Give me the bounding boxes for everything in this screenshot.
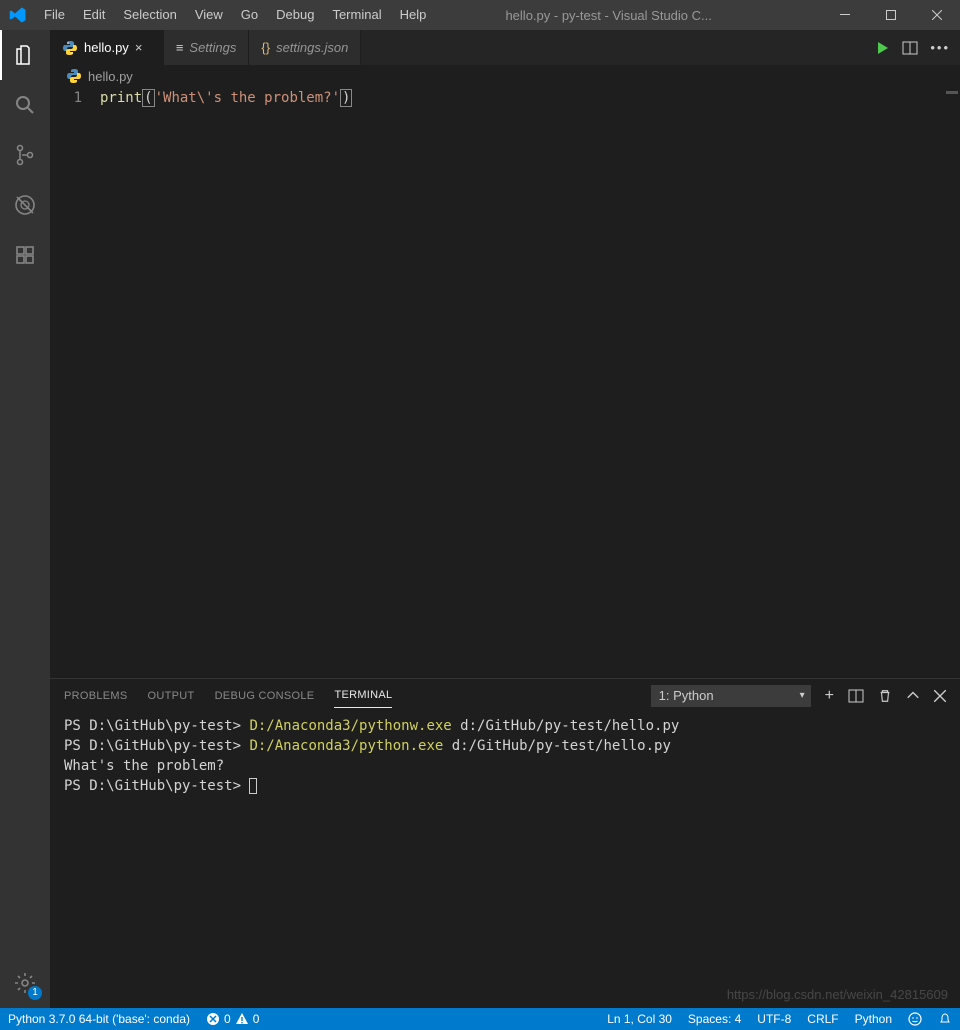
titlebar: File Edit Selection View Go Debug Termin… (0, 0, 960, 30)
menu-selection[interactable]: Selection (114, 0, 185, 30)
maximize-button[interactable] (868, 0, 914, 30)
minimize-button[interactable] (822, 0, 868, 30)
breadcrumb-file: hello.py (88, 69, 133, 84)
close-panel-icon[interactable] (934, 690, 946, 702)
menu-file[interactable]: File (35, 0, 74, 30)
tab-hello-py[interactable]: hello.py × (50, 30, 164, 65)
editor[interactable]: 1 print('What\'s the problem?') (50, 87, 960, 678)
tab-label: hello.py (84, 40, 129, 55)
panel-tab-output[interactable]: OUTPUT (148, 690, 195, 702)
activity-bar: 1 (0, 30, 50, 1008)
json-file-icon: {} (261, 40, 270, 55)
terminal-selector[interactable]: 1: Python (651, 685, 811, 707)
python-file-icon (66, 68, 82, 84)
tab-close-icon[interactable]: × (135, 40, 151, 55)
settings-badge: 1 (28, 986, 42, 1000)
tab-settings-json[interactable]: {} settings.json (249, 30, 361, 65)
menu-go[interactable]: Go (232, 0, 267, 30)
run-icon[interactable] (874, 40, 890, 56)
activity-source-control[interactable] (0, 130, 50, 180)
tab-settings[interactable]: ≡ Settings (164, 30, 250, 65)
activity-settings[interactable]: 1 (0, 958, 50, 1008)
status-bar: Python 3.7.0 64-bit ('base': conda) 0 0 … (0, 1008, 960, 1030)
menu-terminal[interactable]: Terminal (323, 0, 390, 30)
status-interpreter[interactable]: Python 3.7.0 64-bit ('base': conda) (0, 1008, 198, 1030)
menu-view[interactable]: View (186, 0, 232, 30)
breadcrumb[interactable]: hello.py (50, 65, 960, 87)
status-cursor[interactable]: Ln 1, Col 30 (599, 1008, 680, 1030)
status-problems[interactable]: 0 0 (198, 1008, 267, 1030)
maximize-panel-icon[interactable] (906, 689, 920, 703)
status-language[interactable]: Python (847, 1008, 900, 1030)
status-feedback-icon[interactable] (900, 1008, 930, 1030)
panel-tab-debug-console[interactable]: DEBUG CONSOLE (215, 690, 315, 702)
menu-bar: File Edit Selection View Go Debug Termin… (35, 0, 435, 30)
code-content[interactable]: print('What\'s the problem?') (100, 87, 940, 678)
vscode-logo-icon (0, 6, 35, 24)
settings-icon: ≡ (176, 40, 184, 55)
close-button[interactable] (914, 0, 960, 30)
minimap[interactable] (940, 87, 960, 678)
tab-label: Settings (189, 40, 236, 55)
python-file-icon (62, 40, 78, 56)
watermark: https://blog.csdn.net/weixin_42815609 (727, 987, 948, 1002)
activity-explorer[interactable] (0, 30, 50, 80)
line-number: 1 (50, 89, 82, 108)
split-terminal-icon[interactable] (848, 688, 864, 704)
activity-debug[interactable] (0, 180, 50, 230)
menu-debug[interactable]: Debug (267, 0, 323, 30)
panel-tabs: PROBLEMS OUTPUT DEBUG CONSOLE TERMINAL 1… (50, 679, 960, 712)
window-controls (822, 0, 960, 30)
panel: PROBLEMS OUTPUT DEBUG CONSOLE TERMINAL 1… (50, 678, 960, 1008)
menu-edit[interactable]: Edit (74, 0, 114, 30)
split-editor-icon[interactable] (902, 40, 918, 56)
menu-help[interactable]: Help (391, 0, 436, 30)
more-actions-icon[interactable]: ••• (930, 40, 950, 55)
status-eol[interactable]: CRLF (799, 1008, 846, 1030)
terminal[interactable]: PS D:\GitHub\py-test> D:/Anaconda3/pytho… (50, 712, 960, 1008)
tab-label: settings.json (276, 40, 348, 55)
error-icon (206, 1012, 220, 1026)
status-indent[interactable]: Spaces: 4 (680, 1008, 749, 1030)
new-terminal-icon[interactable]: + (825, 687, 834, 705)
activity-search[interactable] (0, 80, 50, 130)
kill-terminal-icon[interactable] (878, 689, 892, 703)
status-notifications-icon[interactable] (930, 1008, 960, 1030)
editor-tabs: hello.py × ≡ Settings {} settings.json •… (50, 30, 960, 65)
status-encoding[interactable]: UTF-8 (749, 1008, 799, 1030)
window-title: hello.py - py-test - Visual Studio C... (435, 8, 822, 23)
line-number-gutter: 1 (50, 87, 100, 678)
panel-tab-problems[interactable]: PROBLEMS (64, 690, 128, 702)
terminal-cursor (249, 778, 257, 794)
warning-icon (235, 1012, 249, 1026)
panel-tab-terminal[interactable]: TERMINAL (334, 689, 392, 708)
activity-extensions[interactable] (0, 230, 50, 280)
